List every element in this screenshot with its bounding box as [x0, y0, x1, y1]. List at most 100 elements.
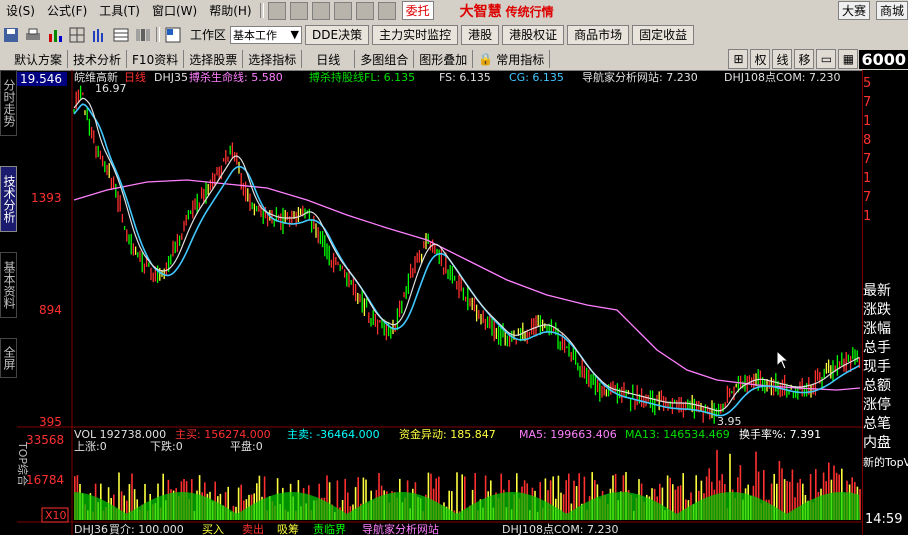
stock-code: 6000	[859, 49, 908, 69]
rp-limit-up: 涨停	[863, 397, 891, 413]
flat-count: 平盘:0	[230, 439, 263, 453]
multi-chart-button[interactable]: 多图组合	[355, 50, 415, 68]
menu-tools[interactable]: 工具(T)	[93, 2, 146, 19]
quote-panel: 5 7 1 8 7 1 7 1 最新 涨跌 涨幅 总手 现手 总额 涨停 总笔 …	[862, 70, 908, 535]
main-sell-label: 主卖: -36464.000	[287, 428, 380, 441]
shortcut-icon-2[interactable]	[289, 1, 308, 20]
low-marker: 3.95	[717, 415, 742, 428]
right-top-numbers: 5 7 1 8 7 1 7 1	[863, 74, 877, 226]
bottom-com: DHJ108点COM: 7.230	[502, 523, 619, 535]
ma5-label: MA5: 199663.406	[519, 428, 617, 441]
rp-trades: 总笔	[863, 416, 891, 432]
tile-icon[interactable]: ▦	[838, 49, 859, 69]
bottom-absorb: 吸筹	[277, 522, 299, 535]
brand-logo: 大智慧 传统行情	[460, 1, 554, 21]
rp-current-vol: 现手	[863, 359, 891, 375]
workspace-value: 基本工作	[233, 28, 278, 42]
menu-bar: 设(S) 公式(F) 工具(T) 窗口(W) 帮助(H) 委托 大智慧 传统行情 …	[0, 0, 908, 22]
tab-tech-analysis[interactable]: 技术分析	[0, 166, 17, 232]
chevron-down-icon: ▼	[290, 28, 300, 41]
shortcut-icon-4[interactable]	[333, 1, 352, 20]
com-label: DHJ108点COM: 7.230	[724, 71, 841, 84]
tab-commodities[interactable]: 商品市场	[567, 24, 630, 45]
rp-total-vol: 总手	[863, 340, 891, 356]
tab-fullscreen[interactable]: 全屏	[0, 338, 17, 378]
table-icon[interactable]	[112, 26, 130, 44]
ma13-label: MA13: 146534.469	[625, 428, 730, 441]
tab-hk-stocks[interactable]: 港股	[461, 24, 500, 45]
bar-chart-icon[interactable]	[46, 26, 64, 44]
rp-num-7: 1	[863, 209, 872, 224]
nav-label: 导航家分析网站: 7.230	[582, 70, 698, 84]
shortcut-icon-3[interactable]	[311, 1, 330, 20]
bottom-buy: 买入	[202, 523, 224, 535]
overlay-button[interactable]: 图形叠加	[414, 50, 474, 68]
rp-inner: 内盘	[863, 435, 891, 451]
stock-chart[interactable]: 皖维高新 日线 DHJ35 搏杀生命线: 5.580 搏杀持股线FL: 6.13…	[17, 70, 862, 535]
contest-button[interactable]: 大赛	[837, 1, 870, 20]
shortcut-icon-5[interactable]	[355, 1, 374, 20]
print-icon[interactable]	[24, 26, 42, 44]
candlestick-series	[73, 85, 861, 424]
tab-main-monitor[interactable]: 主力实时监控	[372, 24, 459, 45]
line2-label: 搏杀持股线FL: 6.135	[309, 70, 415, 84]
y-tick-top: 19.546	[20, 72, 62, 86]
vol-tick-top: 33568	[26, 433, 64, 447]
y-tick-395: 395	[39, 415, 62, 429]
bottom-nav: 导航家分析网站	[362, 522, 439, 535]
menu-window[interactable]: 窗口(W)	[146, 2, 203, 19]
function-bar: 默认方案 技术分析 F10资料 选择股票 选择指标 日线 多图组合 图形叠加 🔒…	[0, 48, 908, 71]
high-marker: 16.97	[95, 82, 127, 95]
daily-line-button[interactable]: 日线	[302, 50, 356, 68]
layout-icon[interactable]	[164, 26, 182, 44]
tech-analysis-button[interactable]: 技术分析	[68, 50, 128, 68]
rp-topview[interactable]: 新的TopV	[863, 453, 908, 472]
move-button[interactable]: 移	[794, 49, 815, 69]
mall-button[interactable]: 商城	[875, 1, 908, 20]
menu-formula[interactable]: 公式(F)	[41, 2, 93, 19]
bottom-sell: 卖出	[242, 522, 264, 535]
columns-icon[interactable]	[134, 26, 152, 44]
tab-dde[interactable]: DDE决策	[305, 24, 370, 45]
shortcut-icon-6[interactable]	[377, 1, 396, 20]
entrust-button[interactable]: 委托	[401, 1, 434, 20]
tab-basic-info[interactable]: 基本资料	[0, 252, 17, 318]
bottom-indicator: DHJ36	[74, 523, 108, 535]
turnover-label: 换手率%: 7.391	[739, 427, 821, 441]
vol-tick-x10: X10	[45, 509, 67, 522]
rights-button[interactable]: 权	[750, 49, 771, 69]
tab-fixed-income[interactable]: 固定收益	[632, 24, 695, 45]
workspace-select[interactable]: 基本工作 ▼	[230, 25, 303, 44]
menu-settings[interactable]: 设(S)	[0, 2, 41, 19]
line1-label: 搏杀生命线: 5.580	[189, 70, 283, 84]
default-scheme-button[interactable]: 默认方案	[0, 50, 69, 68]
left-vertical-tabs: 分时走势 技术分析 基本资料 全屏	[0, 70, 17, 535]
rp-num-4: 7	[863, 152, 872, 167]
select-stock-button[interactable]: 选择股票	[184, 50, 244, 68]
mouse-cursor-icon	[776, 350, 790, 370]
cg-label: CG: 6.135	[509, 71, 564, 84]
y-tick-894: 894	[39, 303, 62, 317]
brand-subtitle: 传统行情	[505, 4, 554, 19]
grid-icon[interactable]	[68, 26, 86, 44]
top-composite-label: TOP综合	[17, 441, 30, 486]
common-indicator-button[interactable]: 🔒 常用指标	[473, 50, 551, 68]
save-icon[interactable]	[2, 26, 20, 44]
rp-num-6: 7	[863, 190, 872, 205]
up-count: 上涨:0	[74, 440, 107, 453]
select-indicator-button[interactable]: 选择指标	[243, 50, 303, 68]
brand-name: 大智慧	[459, 3, 502, 20]
menu-help[interactable]: 帮助(H)	[203, 2, 257, 19]
f10-button[interactable]: F10资料	[127, 50, 185, 68]
rp-latest: 最新	[863, 283, 891, 299]
tab-time-share[interactable]: 分时走势	[0, 70, 17, 136]
tab-hk-warrants[interactable]: 港股权证	[502, 24, 565, 45]
y-tick-1393: 1393	[31, 191, 62, 205]
toolbar-separator	[156, 27, 160, 42]
window-icon[interactable]: ▭	[816, 49, 837, 69]
crosshair-icon[interactable]: ⊞	[728, 49, 749, 69]
line-button[interactable]: 线	[772, 49, 793, 69]
vol-tick-mid: 16784	[26, 473, 64, 487]
blue-bars-icon[interactable]	[90, 26, 108, 44]
shortcut-icon-1[interactable]	[267, 1, 286, 20]
